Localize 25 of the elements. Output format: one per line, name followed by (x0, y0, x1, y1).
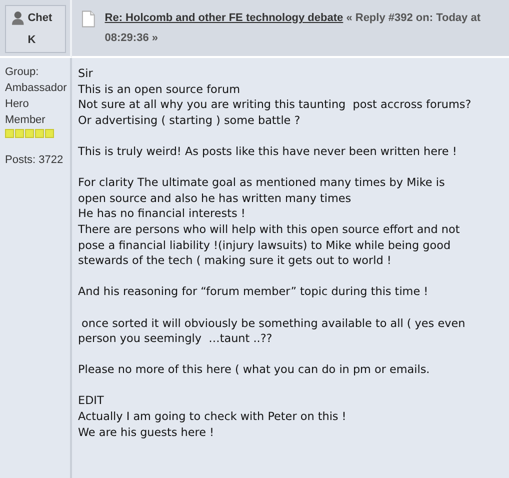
post-count: Posts: 3722 (5, 153, 64, 168)
post-text-line: stewards of the tech ( making sure it gets out to world ! (78, 253, 392, 269)
post-title-link[interactable]: Re: Holcomb and other FE technology debate (104, 12, 344, 24)
post-text-line: This is truly weird! As posts like this have never been written here ! (78, 144, 458, 160)
post-text-line: Or advertising ( starting ) some battle ? (78, 112, 302, 128)
member-group: Ambassador Hero Member (5, 80, 67, 128)
post-text-line: EDIT (78, 393, 105, 410)
post-text-line: He has no financial interests ! (78, 206, 246, 222)
post-text-line: Not sure at all why you are writing this taunting post accross forums? (78, 97, 472, 113)
post-text-line: open source and also he has written many times (78, 190, 352, 206)
post-text-line: once sorted it will obviously be something available to all ( yes even (80, 316, 466, 332)
post-text-line: For clarity The ultimate goal as mentioned many times by Mike is (78, 175, 446, 191)
group-label: Group: (5, 65, 40, 80)
post-text-line: pose a financial liability !(injury lawsuits) to Mike while being good (78, 238, 452, 254)
user-icon (12, 11, 24, 25)
post-text-line: We are his guests here ! (78, 424, 216, 440)
post-text-line: person you seemingly …taunt ..?? (78, 331, 274, 347)
post-title: Re: Holcomb and other FE technology debate « Reply #392 on: Today at 08:29:36 » (104, 11, 482, 46)
post-text-line: Please no more of this here ( what you can do in pm or emails. (78, 362, 431, 378)
post-text-line: Sir (78, 66, 94, 82)
post-text-line: And his reasoning for “forum member” topic during this time ! (78, 284, 430, 300)
post-text-line: Actually I am going to check with Peter on this ! (78, 409, 348, 425)
document-icon (82, 10, 95, 28)
post-text-line: There are persons who will help with this open source effort and not (78, 222, 461, 238)
post-text-line: This is an open source forum (78, 82, 241, 98)
